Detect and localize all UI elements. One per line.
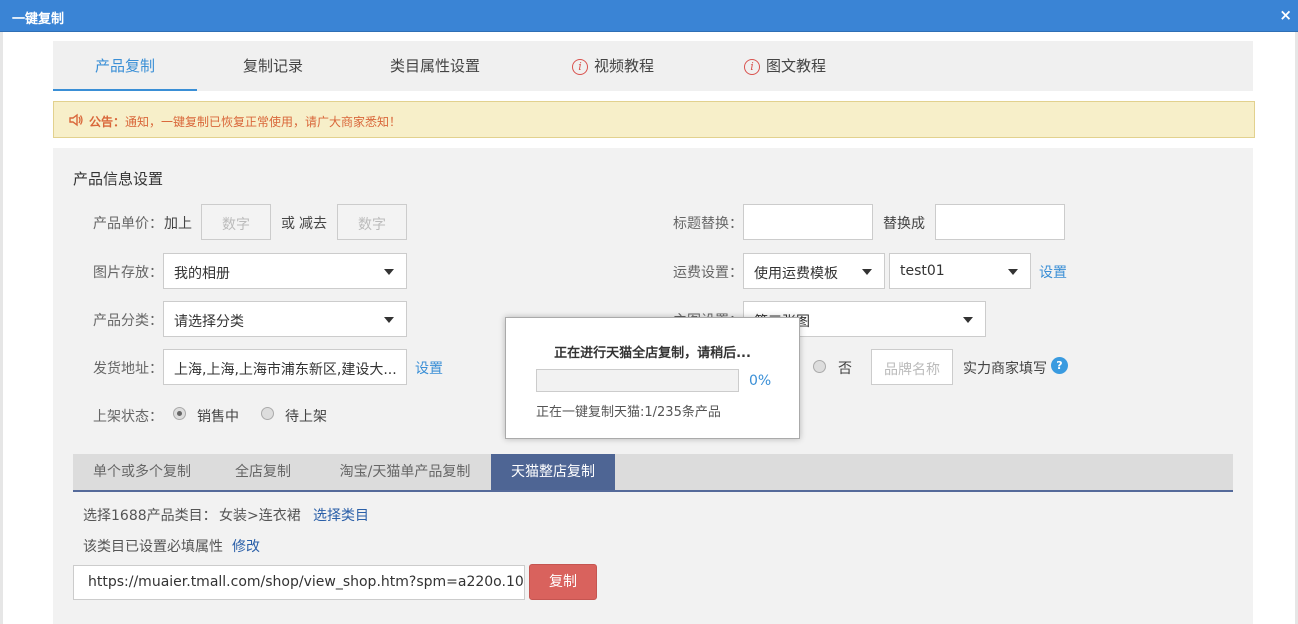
notice-bar: 公告：通知，一键复制已恢复正常使用，请广大商家悉知！ <box>53 101 1255 138</box>
notice-message: 通知，一键复制已恢复正常使用，请广大商家悉知！ <box>125 115 402 129</box>
window-title: 一键复制 <box>12 12 65 27</box>
close-icon[interactable]: × <box>1279 6 1292 24</box>
shipping-template-value: test01 <box>900 263 945 279</box>
category-select[interactable]: 请选择分类 <box>163 301 407 337</box>
category-select-value: 女装>连衣裙 <box>219 508 301 524</box>
title-replace-input[interactable] <box>743 204 873 240</box>
tab-label: 复制记录 <box>242 57 303 75</box>
subtab-label: 天猫整店复制 <box>511 464 595 480</box>
replace-with-label: 替换成 <box>883 216 925 232</box>
category-select-label: 选择1688产品类目： <box>83 508 217 524</box>
store-url-input[interactable]: https://muaier.tmall.com/shop/view_shop.… <box>73 565 525 600</box>
price-add-placeholder: 数字 <box>222 217 250 233</box>
shipping-template-select[interactable]: test01 <box>889 253 1031 289</box>
radio-on-sale-label: 销售中 <box>197 409 239 425</box>
price-label: 产品单价： <box>93 216 163 232</box>
tab-image-tutorial[interactable]: i 图文教程 <box>725 41 845 91</box>
progress-status: 正在一键复制天猫:1/235条产品 <box>536 405 721 420</box>
tab-video-tutorial[interactable]: i 视频教程 <box>553 41 673 91</box>
price-add-label: 加上 <box>164 216 192 232</box>
image-storage-label: 图片存放： <box>93 265 163 281</box>
tab-label: 类目属性设置 <box>389 57 480 75</box>
chevron-down-icon <box>1008 269 1018 275</box>
shipping-settings-link[interactable]: 设置 <box>1039 262 1067 282</box>
info-icon: i <box>743 59 760 75</box>
progress-title: 正在进行天猫全店复制，请稍后... <box>554 346 751 361</box>
chevron-down-icon <box>384 269 394 275</box>
tab-copy-records[interactable]: 复制记录 <box>213 41 333 91</box>
subtab-single-multi[interactable]: 单个或多个复制 <box>73 454 211 490</box>
price-sub-input[interactable]: 数字 <box>337 204 407 240</box>
tab-label: 图文教程 <box>765 57 826 75</box>
copy-mode-tabs: 单个或多个复制 全店复制 淘宝/天猫单产品复制 天猫整店复制 <box>73 454 1233 492</box>
progress-percent: 0% <box>749 373 772 389</box>
info-icon: i <box>571 59 588 75</box>
brand-hint: 实力商家填写 <box>963 361 1047 377</box>
tab-label: 产品复制 <box>94 57 155 75</box>
chevron-down-icon <box>384 317 394 323</box>
image-storage-value: 我的相册 <box>174 266 230 282</box>
radio-pending[interactable] <box>261 407 274 420</box>
tab-category-attributes[interactable]: 类目属性设置 <box>365 41 505 91</box>
subtab-tmall-store[interactable]: 天猫整店复制 <box>491 454 615 490</box>
edit-attrs-link[interactable]: 修改 <box>232 536 260 556</box>
category-label: 产品分类： <box>93 313 163 329</box>
tab-label: 视频教程 <box>593 57 654 75</box>
price-sub-label: 减去 <box>299 216 327 232</box>
price-sub-placeholder: 数字 <box>358 217 386 233</box>
shipping-mode-value: 使用运费模板 <box>754 266 838 282</box>
price-or-label: 或 <box>281 216 295 232</box>
notice-prefix: 公告： <box>89 115 126 129</box>
radio-brand-no[interactable] <box>813 360 826 373</box>
main-tabs: 产品复制 复制记录 类目属性设置 i 视频教程 i 图文教程 <box>53 41 1253 91</box>
ship-address-select[interactable]: 上海,上海,上海市浦东新区,建设大... <box>163 349 407 385</box>
window-titlebar: 一键复制 × <box>0 0 1298 32</box>
radio-brand-no-label: 否 <box>838 361 852 377</box>
shelf-status-label: 上架状态： <box>93 409 163 425</box>
ship-address-value: 上海,上海,上海市浦东新区,建设大... <box>174 362 397 378</box>
subtab-whole-store[interactable]: 全店复制 <box>215 454 311 490</box>
tab-product-copy[interactable]: 产品复制 <box>53 41 197 91</box>
subtab-taobao-single[interactable]: 淘宝/天猫单产品复制 <box>325 454 485 490</box>
progress-bar <box>536 369 739 392</box>
copy-button[interactable]: 复制 <box>529 564 597 600</box>
subtab-label: 单个或多个复制 <box>93 464 191 480</box>
radio-on-sale[interactable] <box>173 407 186 420</box>
ship-address-label: 发货地址： <box>93 361 163 377</box>
subtab-label: 淘宝/天猫单产品复制 <box>339 464 471 480</box>
choose-category-link[interactable]: 选择类目 <box>313 505 369 525</box>
title-replace-label: 标题替换： <box>673 216 743 232</box>
image-storage-select[interactable]: 我的相册 <box>163 253 407 289</box>
progress-dialog: 正在进行天猫全店复制，请稍后... 0% 正在一键复制天猫:1/235条产品 <box>505 317 800 439</box>
price-add-input[interactable]: 数字 <box>201 204 271 240</box>
notice-text: 公告：通知，一键复制已恢复正常使用，请广大商家悉知！ <box>89 113 401 130</box>
category-value: 请选择分类 <box>174 314 244 330</box>
brand-name-input[interactable]: 品牌名称 <box>871 349 953 385</box>
shipping-mode-select[interactable]: 使用运费模板 <box>743 253 885 289</box>
chevron-down-icon <box>963 317 973 323</box>
radio-pending-label: 待上架 <box>285 409 327 425</box>
subtab-label: 全店复制 <box>235 464 291 480</box>
replace-with-input[interactable] <box>935 204 1065 240</box>
speaker-icon <box>69 113 83 127</box>
section-title: 产品信息设置 <box>73 170 164 188</box>
brand-name-placeholder: 品牌名称 <box>884 362 940 378</box>
question-icon[interactable]: ? <box>1051 357 1068 374</box>
store-url-value: https://muaier.tmall.com/shop/view_shop.… <box>88 574 524 590</box>
shipping-label: 运费设置： <box>673 265 743 281</box>
chevron-down-icon <box>862 269 872 275</box>
ship-address-settings-link[interactable]: 设置 <box>415 358 443 378</box>
required-attrs-label: 该类目已设置必填属性 <box>83 539 223 555</box>
